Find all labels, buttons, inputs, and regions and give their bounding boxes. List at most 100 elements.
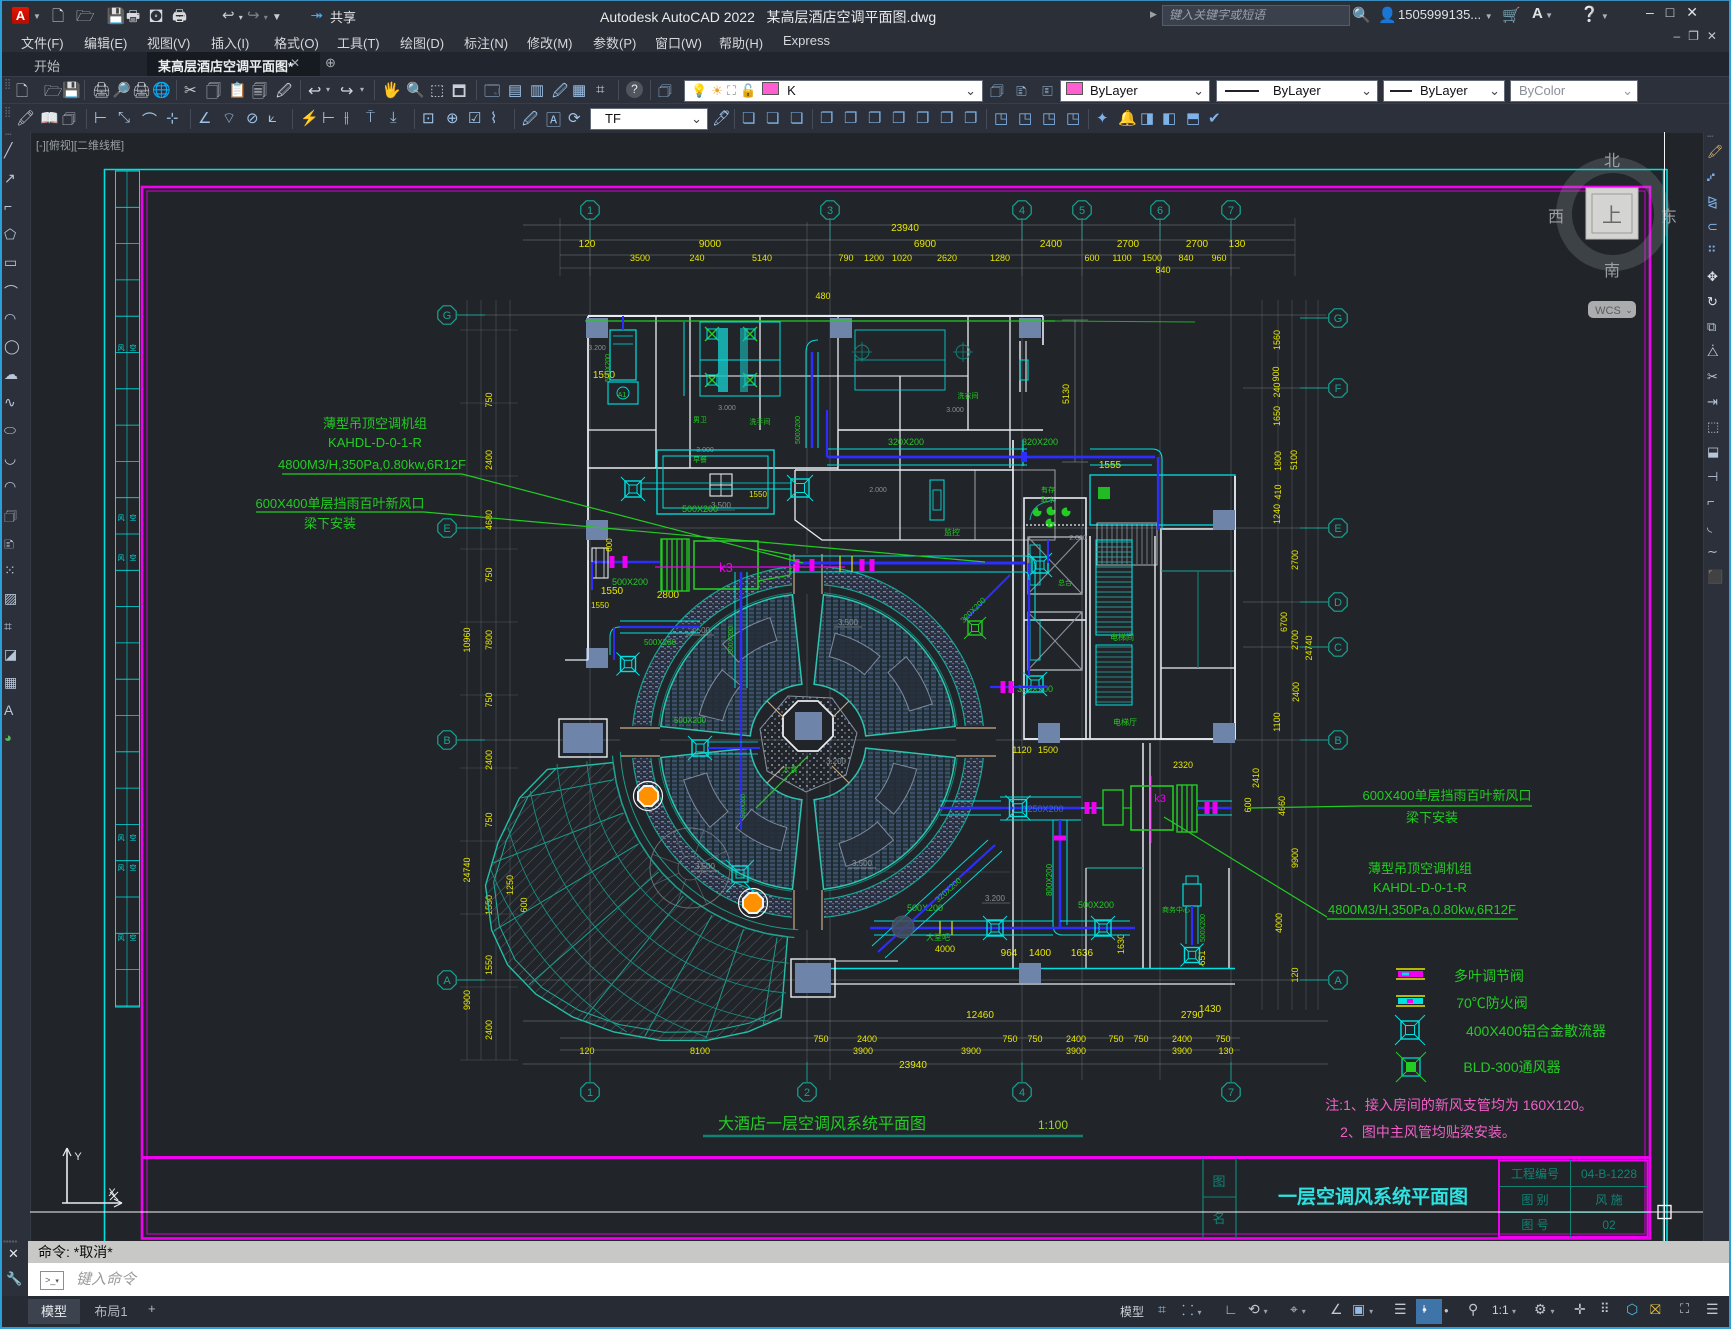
svg-text:A1: A1 [618, 392, 627, 399]
svg-text:上: 上 [1602, 204, 1622, 227]
svg-text:960: 960 [1211, 253, 1226, 263]
svg-text:薄型吊顶空调机组: 薄型吊顶空调机组 [323, 416, 427, 431]
svg-text:500X200: 500X200 [1078, 900, 1114, 910]
svg-text:1630: 1630 [1116, 934, 1126, 954]
svg-text:2400: 2400 [1291, 682, 1301, 702]
svg-text:3900: 3900 [961, 1046, 981, 1056]
svg-text:2320: 2320 [1173, 760, 1193, 770]
svg-text:840: 840 [1155, 265, 1170, 275]
svg-text:750: 750 [484, 812, 494, 827]
svg-text:500X200: 500X200 [605, 354, 612, 382]
svg-text:790: 790 [838, 253, 853, 263]
svg-text:1400: 1400 [1029, 948, 1052, 959]
svg-text:3500: 3500 [630, 253, 650, 263]
svg-text:4660: 4660 [1277, 796, 1287, 816]
svg-text:KAHDL-D-0-1-R: KAHDL-D-0-1-R [1373, 880, 1467, 895]
svg-text:2.000: 2.000 [869, 487, 887, 494]
svg-text:3.200: 3.200 [826, 757, 847, 766]
svg-text:洗衣间: 洗衣间 [958, 391, 979, 400]
svg-text:500X200: 500X200 [682, 504, 718, 514]
svg-text:2700: 2700 [1290, 550, 1300, 570]
svg-text:1:100: 1:100 [1038, 1118, 1068, 1132]
svg-text:G: G [1334, 313, 1343, 325]
svg-text:风: 风 [118, 864, 125, 872]
svg-text:G: G [443, 310, 452, 322]
svg-text:12460: 12460 [966, 1010, 994, 1021]
svg-text:651: 651 [1197, 950, 1207, 965]
svg-text:1430: 1430 [1199, 1004, 1222, 1015]
svg-text:3.000: 3.000 [718, 405, 736, 412]
svg-text:5100: 5100 [1289, 450, 1299, 470]
svg-text:2400: 2400 [857, 1034, 877, 1044]
svg-text:1800: 1800 [1273, 451, 1283, 471]
svg-text:C: C [1334, 642, 1342, 654]
svg-text:1550: 1550 [601, 586, 624, 597]
svg-text:10960: 10960 [462, 627, 472, 652]
svg-text:大堂吧: 大堂吧 [926, 932, 950, 942]
svg-text:4: 4 [1019, 205, 1025, 217]
svg-text:3.000: 3.000 [946, 407, 964, 414]
svg-text:风 施: 风 施 [1595, 1193, 1622, 1207]
svg-text:风: 风 [118, 834, 125, 842]
svg-text:图: 图 [1212, 1174, 1225, 1189]
svg-text:名: 名 [1212, 1211, 1225, 1226]
svg-text:500X200: 500X200 [612, 577, 648, 587]
svg-text:2400: 2400 [484, 450, 494, 470]
svg-text:240: 240 [1272, 382, 1282, 397]
svg-text:600: 600 [1243, 797, 1253, 812]
svg-text:500X200: 500X200 [1200, 914, 1207, 942]
svg-text:图 别: 图 别 [1521, 1193, 1548, 1207]
svg-text:空: 空 [130, 863, 137, 872]
svg-text:600: 600 [1084, 253, 1099, 263]
svg-text:有存: 有存 [1041, 485, 1055, 494]
svg-text:500X200: 500X200 [674, 716, 707, 725]
svg-text:E: E [1334, 523, 1341, 535]
svg-text:WCS: WCS [1595, 305, 1621, 317]
svg-text:500X200: 500X200 [728, 626, 735, 654]
svg-text:6700: 6700 [1279, 612, 1289, 632]
svg-text:风: 风 [118, 934, 125, 942]
svg-text:24740: 24740 [1304, 635, 1314, 660]
svg-text:120: 120 [579, 1046, 594, 1056]
svg-text:1280: 1280 [990, 253, 1010, 263]
svg-text:1250X200: 1250X200 [1022, 804, 1063, 814]
svg-text:2400: 2400 [1066, 1034, 1086, 1044]
svg-text:1550: 1550 [591, 601, 609, 610]
svg-text:洗手间: 洗手间 [750, 417, 771, 426]
svg-text:F: F [1335, 383, 1342, 395]
svg-text:4: 4 [1019, 1087, 1025, 1099]
svg-text:2: 2 [804, 1087, 810, 1099]
svg-text:风: 风 [118, 514, 125, 522]
svg-text:750: 750 [1002, 1034, 1017, 1044]
svg-text:风: 风 [118, 554, 125, 562]
svg-text:4000: 4000 [935, 944, 955, 954]
svg-text:1636: 1636 [1071, 948, 1094, 959]
svg-text:500X200: 500X200 [644, 638, 677, 647]
svg-text:1550: 1550 [484, 955, 494, 975]
svg-text:2400: 2400 [1172, 1034, 1192, 1044]
svg-text:总合: 总合 [1058, 578, 1072, 587]
svg-text:A: A [1334, 975, 1342, 987]
svg-text:2620: 2620 [937, 253, 957, 263]
svg-text:多叶调节阀: 多叶调节阀 [1454, 968, 1524, 984]
svg-text:BLD-300通风器: BLD-300通风器 [1463, 1059, 1560, 1075]
svg-text:23940: 23940 [891, 223, 919, 234]
svg-text:120: 120 [579, 239, 596, 250]
svg-text:750: 750 [1133, 1034, 1148, 1044]
svg-text:注:1、接入房间的新风支管均为 160X120。: 注:1、接入房间的新风支管均为 160X120。 [1325, 1097, 1593, 1113]
svg-text:KAHDL-D-0-1-R: KAHDL-D-0-1-R [328, 435, 422, 450]
svg-text:2、图中主风管均贴梁安装。: 2、图中主风管均贴梁安装。 [1340, 1124, 1516, 1140]
svg-text:6900: 6900 [914, 239, 937, 250]
svg-text:480: 480 [815, 291, 830, 301]
svg-text:2700: 2700 [1290, 630, 1300, 650]
svg-text:1500: 1500 [1038, 745, 1058, 755]
svg-text:空: 空 [130, 343, 137, 352]
svg-text:240: 240 [689, 253, 704, 263]
svg-text:750: 750 [484, 567, 494, 582]
svg-text:3900: 3900 [1172, 1046, 1192, 1056]
svg-text:东: 东 [1661, 208, 1677, 226]
svg-text:900: 900 [1271, 366, 1281, 381]
svg-text:1120: 1120 [1012, 745, 1031, 755]
svg-text:3.200: 3.200 [588, 345, 606, 352]
svg-text:1560: 1560 [1272, 330, 1282, 350]
